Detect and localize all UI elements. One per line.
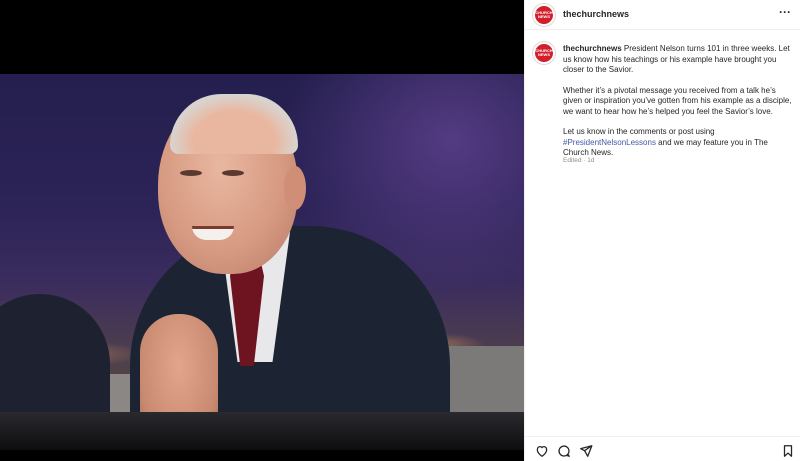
post-header: CHURCH NEWS thechurchnews ··· (525, 0, 800, 30)
heart-icon[interactable] (535, 444, 549, 458)
subject-eye-right (222, 170, 244, 176)
post-side-panel: CHURCH NEWS thechurchnews ··· CHURCH NEW… (524, 0, 800, 461)
caption-paragraph-3: Let us know in the comments or post usin… (563, 127, 795, 159)
action-bar (525, 436, 800, 461)
hashtag-link[interactable]: #PresidentNelsonLessons (563, 138, 656, 147)
caption-avatar[interactable]: CHURCH NEWS (533, 42, 555, 64)
more-options-icon[interactable]: ··· (779, 6, 791, 18)
caption-username-link[interactable]: thechurchnews (563, 44, 622, 53)
caption-paragraph-1: thechurchnews President Nelson turns 101… (563, 44, 795, 76)
subject-hair (170, 94, 298, 154)
username-link[interactable]: thechurchnews (563, 9, 629, 19)
subject-eye-left (180, 170, 202, 176)
avatar-logo-text: CHURCH NEWS (535, 10, 553, 19)
bookmark-icon[interactable] (781, 444, 795, 458)
paper-plane-icon[interactable] (579, 444, 593, 458)
caption-text-3a: Let us know in the comments or post usin… (563, 127, 715, 136)
avatar[interactable]: CHURCH NEWS (533, 4, 555, 26)
caption-avatar-logo-text: CHURCH NEWS (535, 48, 553, 57)
post-timestamp: Edited · 1d (563, 157, 595, 164)
post-photo (0, 74, 524, 450)
post-caption: thechurchnews President Nelson turns 101… (563, 44, 795, 169)
foreground-shadow (0, 412, 524, 450)
subject-ear (284, 166, 306, 210)
caption-paragraph-2: Whether it’s a pivotal message you recei… (563, 85, 792, 116)
post-media[interactable] (0, 0, 524, 461)
comment-icon[interactable] (557, 444, 571, 458)
